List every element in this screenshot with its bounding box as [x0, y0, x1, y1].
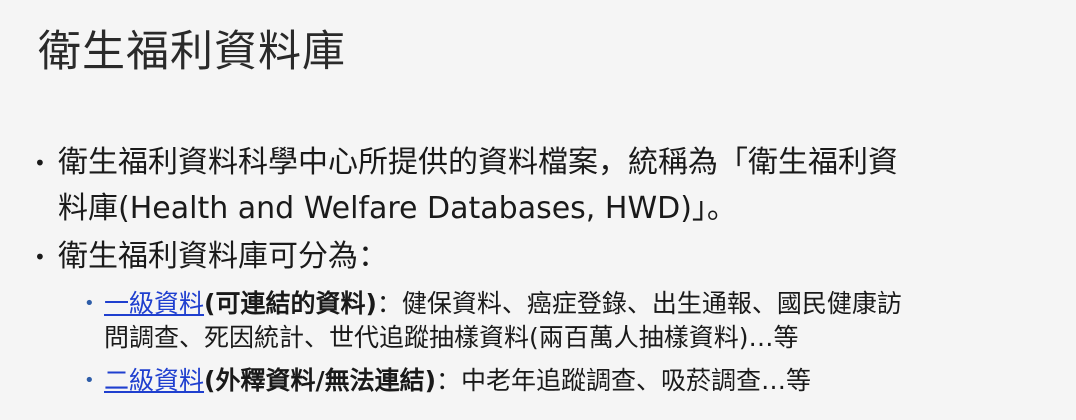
sub-bullet-line: 一級資料(可連結的資料)：健保資料、癌症登錄、出生通報、國民健康訪 [104, 287, 1054, 321]
sub-bullet-item: • 二級資料(外釋資料/無法連結)：中老年追蹤調查、吸菸調查…等 [84, 364, 1054, 398]
sub-bullet-text: ：中老年追蹤調查、吸菸調查…等 [436, 366, 812, 395]
slide-title: 衛生福利資料庫 [38, 27, 346, 77]
bullet-item: • 衛生福利資料庫可分為： [34, 234, 1048, 280]
bullet-text-line: 衛生福利資料科學中心所提供的資料檔案，統稱為「衛生福利資 [58, 145, 898, 180]
bullet-dot-icon: • [34, 245, 46, 269]
sub-bullet-bold: (外釋資料/無法連結) [204, 366, 436, 395]
sub-bullet-dot-icon: • [84, 370, 95, 391]
bullet-text-line: 料庫(Health and Welfare Databases, HWD)」。 [58, 191, 737, 226]
slide: 衛生福利資料庫 • 衛生福利資料科學中心所提供的資料檔案，統稱為「衛生福利資 料… [0, 0, 1076, 420]
sub-bullet-dot-icon: • [84, 293, 95, 314]
sub-bullet-item: • 一級資料(可連結的資料)：健保資料、癌症登錄、出生通報、國民健康訪 問調查、… [84, 287, 1054, 355]
sub-bullet-text: ：健保資料、癌症登錄、出生通報、國民健康訪 [376, 289, 902, 318]
bullet-dot-icon: • [34, 151, 46, 175]
bullet-text: 衛生福利資料庫可分為： [58, 239, 388, 274]
sub-bullet-line: 問調查、死因統計、世代追蹤抽樣資料(兩百萬人抽樣資料)…等 [104, 323, 799, 352]
level2-data-link[interactable]: 二級資料 [104, 366, 204, 395]
sub-bullet-bold: (可連結的資料) [204, 289, 377, 318]
bullet-item: • 衛生福利資料科學中心所提供的資料檔案，統稱為「衛生福利資 料庫(Health… [34, 140, 1048, 232]
level1-data-link[interactable]: 一級資料 [104, 289, 204, 318]
sub-bullet-line: 二級資料(外釋資料/無法連結)：中老年追蹤調查、吸菸調查…等 [104, 364, 1054, 398]
